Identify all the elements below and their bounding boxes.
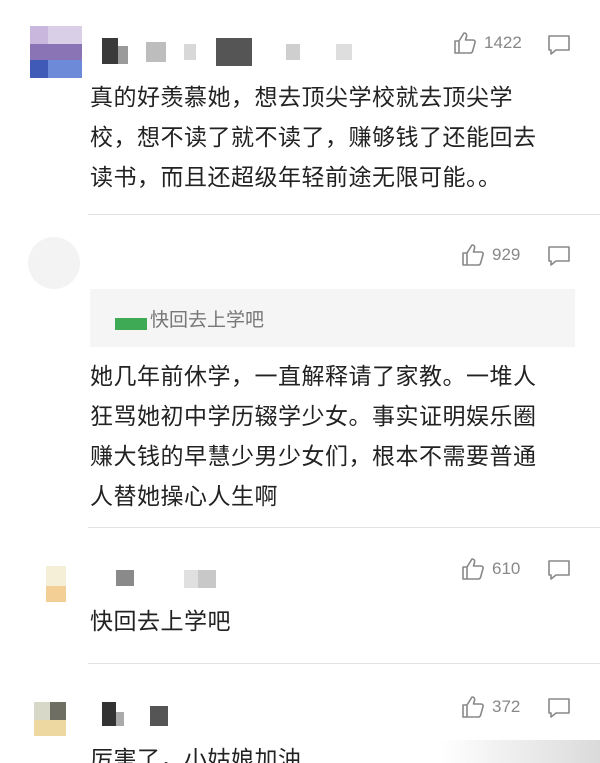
avatar[interactable] [28, 237, 80, 289]
avatar[interactable] [34, 702, 68, 736]
username[interactable] [116, 570, 226, 598]
watermark [440, 740, 600, 763]
comment-line: 赚大钱的早慧少男少女们，根本不需要普通 [90, 444, 537, 470]
comment-line: 她几年前休学，一直解释请了家教。一堆人 [90, 364, 537, 390]
comment-line: 狂骂她初中学历辍学少女。事实证明娱乐圈 [90, 404, 537, 430]
quoted-text: 快回去上学吧 [150, 309, 265, 331]
comment-text: 真的好羡慕她，想去顶尖学校就去顶尖学 校，想不读了就不读了，赚够钱了还能回去 读… [90, 78, 580, 198]
like-count-value: 929 [492, 245, 521, 264]
comment-item: 929 快回去上学吧 她几年前休学，一直解释请了家教。一堆人 狂骂她初中学历辍学… [0, 215, 600, 528]
like-count[interactable]: 929 [460, 242, 520, 268]
thumbs-up-icon [462, 696, 484, 718]
username[interactable] [102, 38, 362, 66]
quoted-username [115, 318, 147, 330]
thumbs-up-icon [462, 558, 484, 580]
like-count-value: 1422 [484, 33, 522, 52]
like-count[interactable]: 610 [460, 556, 520, 582]
comment-line: 快回去上学吧 [90, 609, 231, 635]
avatar[interactable] [40, 566, 70, 606]
comment-text: 她几年前休学，一直解释请了家教。一堆人 狂骂她初中学历辍学少女。事实证明娱乐圈 … [90, 357, 580, 517]
username[interactable] [102, 702, 182, 730]
comment-line: 校，想不读了就不读了，赚够钱了还能回去 [90, 125, 537, 151]
like-count-value: 610 [492, 559, 521, 578]
like-count-value: 372 [492, 697, 521, 716]
comment-line: 读书，而且还超级年轻前途无限可能。。 [90, 165, 502, 191]
comment-item: 1422 真的好羡慕她，想去顶尖学校就去顶尖学 校，想不读了就不读了，赚够钱了还… [0, 0, 600, 215]
like-count[interactable]: 1422 [452, 30, 522, 56]
avatar[interactable] [30, 26, 82, 78]
comment-text: 快回去上学吧 [90, 602, 580, 642]
like-count[interactable]: 372 [460, 694, 520, 720]
comment-bubble-icon[interactable] [546, 244, 572, 268]
quoted-reply[interactable]: 快回去上学吧 [90, 289, 575, 347]
comment-feed: 1422 真的好羡慕她，想去顶尖学校就去顶尖学 校，想不读了就不读了，赚够钱了还… [0, 0, 600, 763]
comment-bubble-icon[interactable] [546, 558, 572, 582]
comment-bubble-icon[interactable] [546, 696, 572, 720]
comment-line: 真的好羡慕她，想去顶尖学校就去顶尖学 [90, 85, 513, 111]
thumbs-up-icon [462, 244, 484, 266]
comment-line: 人替她操心人生啊 [90, 484, 278, 510]
comment-bubble-icon[interactable] [546, 33, 572, 57]
comment-item: 610 快回去上学吧 [0, 528, 600, 663]
thumbs-up-icon [454, 32, 476, 54]
